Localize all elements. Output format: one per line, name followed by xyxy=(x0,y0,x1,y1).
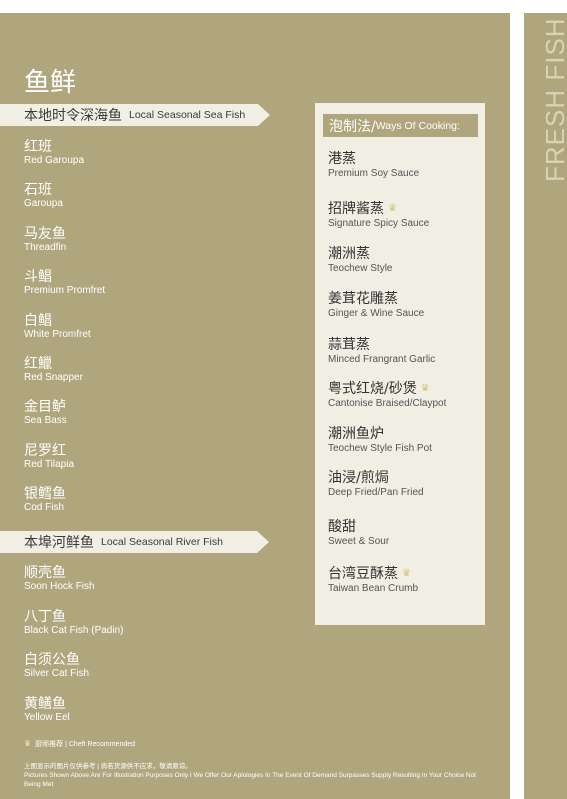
cooking-method-item: 酸甜 Sweet & Sour xyxy=(328,519,389,548)
sea-fish-item-name-en: Sea Bass xyxy=(24,415,67,427)
river-fish-item: 黄鳝鱼 Yellow Eel xyxy=(24,696,70,724)
cooking-method-item: 油浸/煎焗 Deep Fried/Pan Fried xyxy=(328,470,424,499)
sea-fish-item-name-en: Premium Promfret xyxy=(24,285,106,297)
river-fish-banner: 本埠河鲜鱼 Local Seasonal River Fish xyxy=(0,531,269,553)
river-fish-item-name-en: Silver Cat Fish xyxy=(24,668,90,679)
sea-fish-item-name-en: Red Snapper xyxy=(24,372,83,383)
cooking-method-zh-text: 招牌酱蒸 xyxy=(328,201,384,217)
sea-fish-item-name-en: White Promfret xyxy=(24,328,91,340)
cooking-method-en: Taiwan Bean Crumb xyxy=(328,583,419,594)
legend-text: 厨师推荐 | Cheft Recommended xyxy=(35,741,136,748)
cooking-method-zh-text: 油浸/煎焗 xyxy=(328,470,389,486)
sea-fish-item-name-zh: 红班 xyxy=(24,139,52,155)
cooking-header-en: Ways Of Cooking: xyxy=(375,119,460,132)
river-fish-label-zh: 本埠河鲜鱼 xyxy=(24,535,94,551)
river-fish-item-name-zh: 黄鳝鱼 xyxy=(24,695,66,712)
cooking-method-zh-text: 潮洲蒸 xyxy=(328,246,370,262)
cooking-method-en: Ginger & Wine Sauce xyxy=(328,308,425,319)
sea-fish-item-name-zh: 白鲳 xyxy=(24,312,52,329)
cooking-method-en: Sweet & Sour xyxy=(328,536,390,547)
cooking-method-en: Signature Spicy Sauce xyxy=(328,218,430,229)
cooking-method-en: Deep Fried/Pan Fried xyxy=(328,487,424,498)
sea-fish-item-name-zh: 银鳕鱼 xyxy=(24,486,66,503)
cooking-header-zh: 泡制法/ xyxy=(329,118,376,135)
river-fish-item: 白须公鱼 Silver Cat Fish xyxy=(24,652,89,680)
sea-fish-item: 石班 Garoupa xyxy=(24,182,63,210)
cooking-method-zh: 蒜茸蒸 xyxy=(328,337,435,354)
cooking-method-zh-text: 潮洲鱼炉 xyxy=(328,426,384,442)
disclaimer-zh: 上图显示的图片仅供参考 | 倘若货源供不应求，敬请原谅。 xyxy=(24,763,192,770)
river-fish-label-en: Local Seasonal River Fish xyxy=(101,536,223,548)
cooking-method-item: 招牌酱蒸 ♛ Signature Spicy Sauce xyxy=(328,200,429,230)
river-fish-item-name-en: Soon Hock Fish xyxy=(24,581,95,592)
cooking-method-item: 姜茸花雕蒸 Ginger & Wine Sauce xyxy=(328,291,424,320)
sea-fish-item-name-en: Garoupa xyxy=(24,198,63,210)
cooking-method-en: Cantonise Braised/Claypot xyxy=(328,398,447,409)
river-fish-item-name-en: Black Cat Fish (Padin) xyxy=(24,624,124,636)
cooking-method-zh-text: 港蒸 xyxy=(328,151,356,167)
cooking-method-en: Minced Frangrant Garlic xyxy=(328,354,436,365)
crown-icon: ♛ xyxy=(388,203,397,214)
sea-fish-item-name-zh: 石班 xyxy=(24,182,52,199)
cooking-method-zh-text: 粤式红烧/砂煲 xyxy=(328,381,417,397)
cooking-method-en: Teochew Style xyxy=(328,263,393,274)
river-fish-item: 八丁鱼 Black Cat Fish (Padin) xyxy=(24,609,123,637)
cooking-method-zh: 港蒸 xyxy=(328,151,419,168)
cooking-method-zh: 粤式红烧/砂煲 ♛ xyxy=(328,380,446,398)
cooking-method-zh: 台湾豆酥蒸 ♛ xyxy=(328,565,418,583)
disclaimer-en: Pictures Shown Above Are For Illustratio… xyxy=(24,772,476,788)
sea-fish-banner: 本地时令深海鱼 Local Seasonal Sea Fish xyxy=(0,104,270,126)
cooking-method-zh: 招牌酱蒸 ♛ xyxy=(328,200,429,218)
sea-fish-item: 斗鲳 Premium Promfret xyxy=(24,269,105,297)
river-fish-item-name-zh: 白须公鱼 xyxy=(24,652,80,668)
sea-fish-item-name-zh: 金目鲈 xyxy=(24,399,66,416)
river-fish-item-name-zh: 顺壳鱼 xyxy=(24,565,66,581)
cooking-method-en: Teochew Style Fish Pot xyxy=(328,443,432,454)
sea-fish-item-name-en: Red Garoupa xyxy=(24,155,85,166)
cooking-method-item: 港蒸 Premium Soy Sauce xyxy=(328,151,419,180)
cooking-method-item: 蒜茸蒸 Minced Frangrant Garlic xyxy=(328,337,435,366)
legend: ♛ 厨师推荐 | Cheft Recommended xyxy=(24,739,135,749)
crown-icon: ♛ xyxy=(24,739,32,748)
side-heading: FRESH FISH xyxy=(540,17,567,182)
sea-fish-item: 白鲳 White Promfret xyxy=(24,313,91,341)
cooking-method-zh: 潮洲鱼炉 xyxy=(328,426,432,443)
river-fish-item: 顺壳鱼 Soon Hock Fish xyxy=(24,565,95,593)
cooking-method-item: 台湾豆酥蒸 ♛ Taiwan Bean Crumb xyxy=(328,565,418,595)
cooking-method-zh-text: 酸甜 xyxy=(328,519,356,535)
sea-fish-item-name-en: Red Tilapia xyxy=(24,458,75,470)
river-fish-item-name-en: Yellow Eel xyxy=(24,711,70,723)
sea-fish-item-name-en: Cod Fish xyxy=(24,502,65,514)
cooking-method-zh: 油浸/煎焗 xyxy=(328,470,424,487)
cooking-method-zh-text: 姜茸花雕蒸 xyxy=(328,291,398,307)
sea-fish-item-name-zh: 尼罗红 xyxy=(24,442,66,459)
cooking-methods-header: 泡制法/Ways Of Cooking: xyxy=(323,114,478,137)
sea-fish-item: 银鳕鱼 Cod Fish xyxy=(24,486,66,514)
sea-fish-label-en: Local Seasonal Sea Fish xyxy=(129,109,246,121)
sea-fish-item: 红班 Red Garoupa xyxy=(24,139,84,167)
cooking-method-item: 粤式红烧/砂煲 ♛ Cantonise Braised/Claypot xyxy=(328,380,446,410)
sea-fish-item: 尼罗红 Red Tilapia xyxy=(24,443,74,471)
cooking-method-zh: 潮洲蒸 xyxy=(328,246,392,263)
page-title: 鱼鲜 xyxy=(24,68,77,98)
sea-fish-label-zh: 本地时令深海鱼 xyxy=(24,108,122,124)
crown-icon: ♛ xyxy=(402,568,411,579)
sea-fish-item-name-zh: 斗鲳 xyxy=(24,269,52,286)
sea-fish-item-name-zh: 红鱲 xyxy=(24,356,52,372)
sea-fish-item-name-zh: 马友鱼 xyxy=(24,225,66,242)
cooking-method-en: Premium Soy Sauce xyxy=(328,168,420,179)
sea-fish-item: 马友鱼 Threadfin xyxy=(24,226,66,254)
cooking-method-item: 潮洲鱼炉 Teochew Style Fish Pot xyxy=(328,426,432,455)
cooking-method-zh-text: 台湾豆酥蒸 xyxy=(328,566,398,582)
cooking-method-zh: 姜茸花雕蒸 xyxy=(328,291,424,308)
sea-fish-item-name-en: Threadfin xyxy=(24,241,67,253)
crown-icon: ♛ xyxy=(420,383,430,394)
sea-fish-item: 金目鲈 Sea Bass xyxy=(24,399,67,427)
river-fish-item-name-zh: 八丁鱼 xyxy=(24,608,66,625)
cooking-method-item: 潮洲蒸 Teochew Style xyxy=(328,246,392,275)
disclaimer: 上图显示的图片仅供参考 | 倘若货源供不应求，敬请原谅。 Pictures Sh… xyxy=(24,762,494,789)
cooking-method-zh-text: 蒜茸蒸 xyxy=(328,337,370,353)
sea-fish-item: 红鱲 Red Snapper xyxy=(24,356,83,384)
cooking-method-zh: 酸甜 xyxy=(328,519,389,536)
